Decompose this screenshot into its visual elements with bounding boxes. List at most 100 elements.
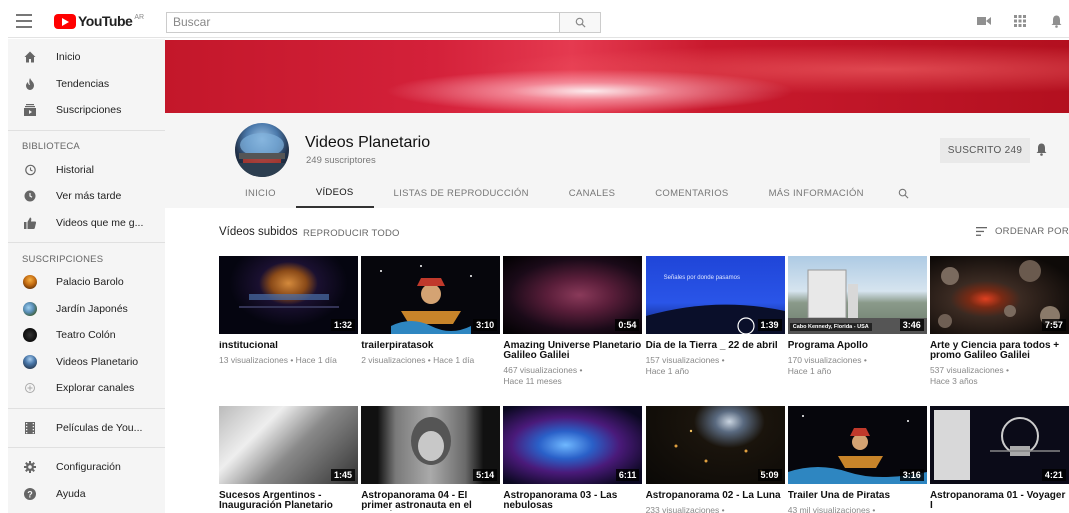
video-card[interactable]: 3:10 trailerpiratasok 2 visualizaciones … [361,256,501,387]
video-card[interactable]: 7:57 Arte y Ciencia para todos + promo G… [929,256,1069,387]
video-thumbnail[interactable]: 4:21 [929,406,1069,484]
sidebar-item-ver-mas-tarde[interactable]: Ver más tarde [8,183,165,210]
sidebar-item-suscripciones[interactable]: Suscripciones [8,97,165,124]
tab-videos[interactable]: VÍDEOS [295,179,374,208]
sidebar-sub-jardin-japones[interactable]: Jardín Japonés [8,296,165,323]
sidebar-divider [8,242,165,243]
tab-comentarios[interactable]: COMENTARIOS [635,179,748,208]
thumbs-up-icon [23,216,37,230]
video-title[interactable]: Amazing Universe Planetario Galileo Gali… [503,341,642,361]
video-card[interactable]: 0:54 Amazing Universe Planetario Galileo… [503,256,643,387]
channel-avatar[interactable] [235,123,289,177]
search-icon [575,17,586,28]
sidebar-sub-palacio-barolo[interactable]: Palacio Barolo [8,269,165,296]
menu-icon[interactable] [16,14,32,28]
sidebar-item-label: Tendencias [56,77,110,90]
video-row: 1:45 Sucesos Argentinos - Inauguración P… [219,406,1069,513]
video-card[interactable]: 3:16 Trailer Una de Piratas 43 mil visua… [787,406,927,513]
video-title[interactable]: Astropanorama 03 - Las nebulosas [503,491,642,511]
sidebar-item-tendencias[interactable]: Tendencias [8,71,165,98]
channel-header: Videos Planetario 249 suscriptores SUSCR… [165,113,1069,208]
add-circle-icon [23,381,37,395]
sidebar-item-historial[interactable]: Historial [8,157,165,184]
tab-canales[interactable]: CANALES [549,179,635,208]
video-title[interactable]: Astropanorama 01 - Voyager I [930,491,1069,511]
search-button[interactable] [559,12,601,33]
video-card[interactable]: Señales por donde pasamos 1:39 Día de la… [645,256,785,387]
flame-icon [23,77,37,91]
video-thumbnail[interactable]: 3:10 [361,256,501,334]
video-title[interactable]: Astropanorama 02 - La Luna [646,491,785,501]
video-card[interactable]: 1:32 institucional 13 visualizaciones • … [219,256,358,387]
video-title[interactable]: Astropanorama 04 - El primer astronauta … [361,491,500,511]
video-thumbnail[interactable]: Señales por donde pasamos 1:39 [645,256,785,334]
sidebar-item-explorar-canales[interactable]: Explorar canales [8,375,165,402]
video-duration: 1:32 [330,319,355,331]
sort-button[interactable]: ORDENAR POR [975,226,1069,237]
notification-bell-icon[interactable] [1036,143,1047,159]
video-thumbnail[interactable]: 0:54 [503,256,643,334]
search-input[interactable]: Buscar [166,12,560,33]
youtube-logo[interactable]: YouTube AR [54,13,144,29]
video-title[interactable]: Trailer Una de Piratas [788,491,927,501]
sidebar-item-peliculas[interactable]: Películas de You... [8,415,165,442]
logo-text: YouTube [78,13,133,29]
video-title[interactable]: Sucesos Argentinos - Inauguración Planet… [219,491,358,511]
video-title[interactable]: institucional [219,341,358,351]
sidebar-sub-teatro-colon[interactable]: Teatro Colón [8,322,165,349]
sidebar-item-label: Palacio Barolo [56,276,124,289]
play-icon [54,13,76,29]
video-thumbnail[interactable]: Cabo Kennedy, Florida - USA 3:46 [787,256,927,334]
sidebar-item-label: Historial [56,163,94,176]
sort-label: ORDENAR POR [994,226,1069,237]
video-card[interactable]: 4:21 Astropanorama 01 - Voyager I [929,406,1069,513]
thumbnail-caption: Cabo Kennedy, Florida - USA [789,323,872,331]
sidebar-item-inicio[interactable]: Inicio [8,44,165,71]
video-title[interactable]: Día de la Tierra _ 22 de abril [646,341,785,351]
sidebar-item-videos-que-me-gustan[interactable]: Videos que me g... [8,210,165,237]
tab-inicio[interactable]: INICIO [225,179,296,208]
play-all-link[interactable]: REPRODUCIR TODO [303,228,400,239]
subscribed-button[interactable]: SUSCRITO 249 [940,138,1030,163]
film-icon [23,421,37,435]
video-duration: 3:10 [473,319,498,331]
video-duration: 3:16 [899,469,924,481]
video-views: 467 visualizaciones • [503,365,583,375]
video-duration: 5:14 [473,469,498,481]
video-thumbnail[interactable]: 7:57 [929,256,1069,334]
sidebar-sub-videos-planetario[interactable]: Videos Planetario [8,349,165,376]
sidebar-item-label: Películas de You... [56,421,143,434]
video-thumbnail[interactable]: 3:16 [787,406,927,484]
video-card[interactable]: 6:11 Astropanorama 03 - Las nebulosas [503,406,643,513]
channel-search-icon[interactable] [884,179,923,208]
video-duration: 7:57 [1041,319,1066,331]
sidebar: Inicio Tendencias Suscripciones BIBLIOTE… [8,39,165,513]
tab-mas-informacion[interactable]: MÁS INFORMACIÓN [749,179,884,208]
video-camera-icon[interactable] [977,14,991,28]
video-thumbnail[interactable]: 1:45 [219,406,358,484]
video-title[interactable]: Programa Apollo [788,341,927,351]
video-views: 537 visualizaciones • [929,365,1009,375]
video-thumbnail[interactable]: 5:09 [645,406,785,484]
notifications-bell-icon[interactable] [1049,14,1063,28]
sidebar-item-configuracion[interactable]: Configuración [8,454,165,481]
sidebar-item-ayuda[interactable]: ? Ayuda [8,481,165,508]
video-thumbnail[interactable]: 5:14 [361,406,501,484]
video-duration: 1:45 [330,469,355,481]
home-icon [23,50,37,64]
sidebar-item-label: Teatro Colón [56,329,116,342]
video-age: Hace 1 año [787,366,832,376]
video-meta: 43 mil visualizaciones • [787,505,876,513]
video-thumbnail[interactable]: 6:11 [503,406,643,484]
video-title[interactable]: trailerpiratasok [361,341,500,351]
sidebar-item-label: Explorar canales [56,382,135,395]
video-card[interactable]: Cabo Kennedy, Florida - USA 3:46 Program… [787,256,927,387]
apps-grid-icon[interactable] [1013,14,1027,28]
video-title[interactable]: Arte y Ciencia para todos + promo Galile… [930,341,1069,361]
tab-listas[interactable]: LISTAS DE REPRODUCCIÓN [374,179,549,208]
video-thumbnail[interactable]: 1:32 [219,256,358,334]
video-card[interactable]: 5:14 Astropanorama 04 - El primer astron… [361,406,501,513]
sidebar-divider [8,407,165,409]
video-card[interactable]: 5:09 Astropanorama 02 - La Luna 233 visu… [645,406,785,513]
video-card[interactable]: 1:45 Sucesos Argentinos - Inauguración P… [219,406,358,513]
